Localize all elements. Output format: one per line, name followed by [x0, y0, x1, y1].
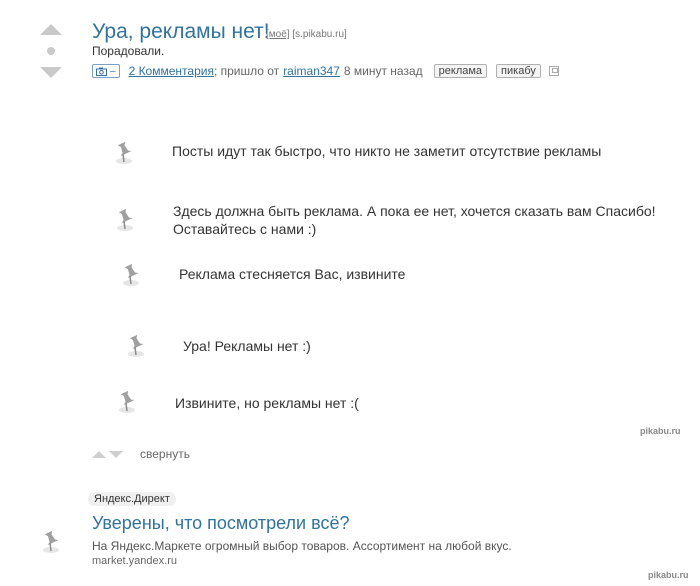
tag-pikabu[interactable]: пикабу: [496, 64, 541, 78]
pushpin-icon: [123, 263, 139, 286]
downvote-arrow-icon[interactable]: [40, 67, 62, 78]
camera-minus: –: [110, 65, 116, 77]
message-text: Реклама стесняется Вас, извините: [179, 266, 406, 282]
ad-badge: Яндекс.Директ: [88, 492, 176, 506]
ad-url[interactable]: market.yandex.ru: [92, 555, 177, 567]
message-text: Посты идут так быстро, что никто не заме…: [172, 143, 602, 159]
ad-title[interactable]: Уверены, что посмотрели всё?: [92, 513, 349, 534]
pushpin-icon: [128, 334, 144, 357]
message-text: Извините, но рекламы нет :(: [175, 395, 359, 411]
rating-dot-icon: [47, 47, 55, 55]
vote-column: [40, 24, 62, 78]
pushpin-icon: [117, 208, 133, 231]
message-text: Здесь должна быть реклама. А пока ее нет…: [173, 203, 656, 237]
pushpin-icon: [43, 530, 59, 553]
comments-link[interactable]: 2 Комментария: [129, 64, 214, 78]
posted-from-text: ; пришло от: [213, 64, 280, 78]
camera-button[interactable]: –: [92, 64, 120, 78]
post-meta: – 2 Комментария ; пришло от raiman347 8 …: [92, 64, 559, 78]
save-icon[interactable]: [548, 66, 559, 76]
post-subtitle: Порадовали.: [92, 44, 165, 58]
collapse-row: свернуть: [92, 447, 190, 461]
pushpin-icon: [119, 390, 135, 413]
ad-description: На Яндекс.Маркете огромный выбор товаров…: [92, 539, 512, 553]
camera-icon: [96, 67, 107, 76]
author-link[interactable]: raiman347: [283, 64, 340, 78]
time-ago: 8 минут назад: [343, 64, 423, 78]
message-text: Ура! Рекламы нет :): [183, 338, 311, 354]
mine-label[interactable]: [моё]: [266, 29, 290, 40]
post-title[interactable]: Ура, рекламы нет!: [92, 20, 270, 44]
title-tags: [моё] [s.pikabu.ru]: [266, 29, 347, 40]
source-label[interactable]: [s.pikabu.ru]: [292, 29, 346, 40]
tag-reklama[interactable]: реклама: [433, 64, 488, 78]
watermark-bottom: pikabu.ru: [648, 570, 689, 580]
pushpin-icon: [116, 141, 132, 164]
watermark: pikabu.ru: [640, 426, 681, 436]
comment-upvote-icon[interactable]: [92, 450, 106, 458]
collapse-link[interactable]: свернуть: [140, 447, 190, 461]
upvote-arrow-icon[interactable]: [40, 24, 62, 35]
comment-downvote-icon[interactable]: [109, 450, 123, 458]
